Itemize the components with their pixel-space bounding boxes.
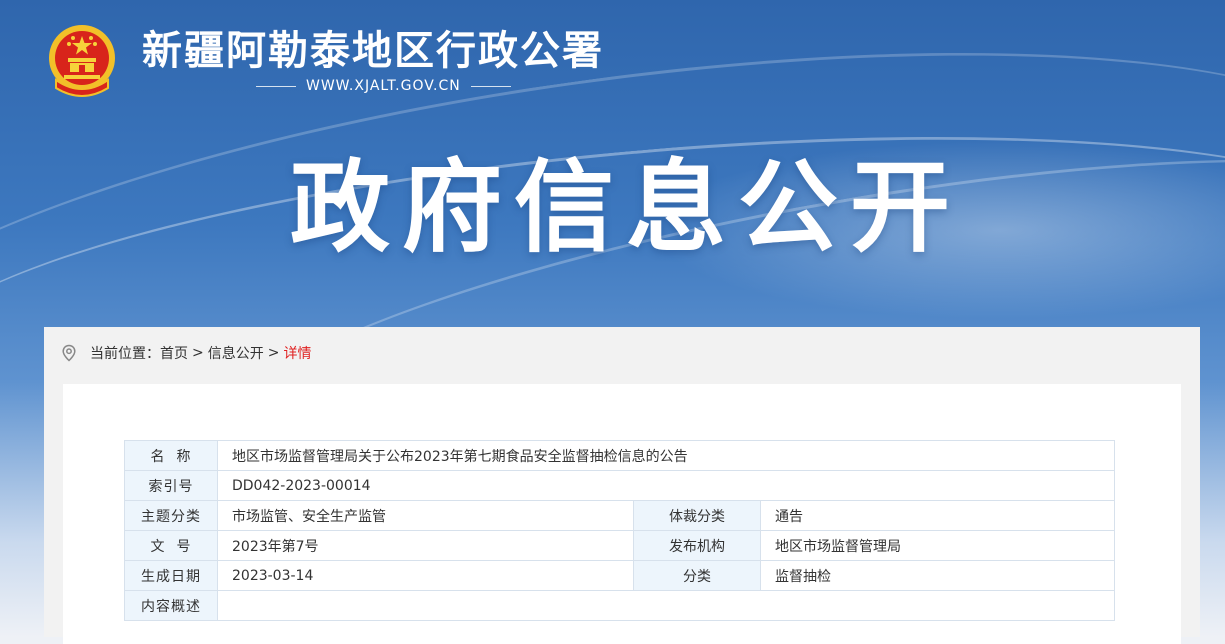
detail-card: 名 称 地区市场监督管理局关于公布2023年第七期食品安全监督抽检信息的公告 索… bbox=[63, 384, 1181, 644]
doc-number-label: 文 号 bbox=[124, 530, 218, 561]
table-row: 生成日期 2023-03-14 分类 监督抽检 bbox=[124, 560, 1115, 591]
table-row: 文 号 2023年第7号 发布机构 地区市场监督管理局 bbox=[124, 530, 1115, 561]
breadcrumb-separator: > bbox=[267, 345, 280, 361]
publisher-label: 发布机构 bbox=[633, 530, 761, 561]
breadcrumb-separator: > bbox=[192, 345, 204, 361]
table-row: 内容概述 bbox=[124, 590, 1115, 621]
banner-title: 政府信息公开 bbox=[290, 149, 962, 266]
genre-value: 通告 bbox=[760, 500, 1115, 531]
national-emblem-icon[interactable] bbox=[46, 22, 118, 98]
breadcrumb-prefix: 当前位置： bbox=[90, 346, 160, 362]
divider bbox=[256, 85, 296, 87]
table-row: 主题分类 市场监管、安全生产监管 体裁分类 通告 bbox=[124, 500, 1115, 531]
summary-value bbox=[217, 590, 1115, 621]
genre-label: 体裁分类 bbox=[633, 500, 761, 531]
site-domain: WWW.XJALT.GOV.CN bbox=[306, 78, 461, 94]
document-info-table: 名 称 地区市场监督管理局关于公布2023年第七期食品安全监督抽检信息的公告 索… bbox=[124, 440, 1115, 621]
breadcrumb-current: 详情 bbox=[283, 346, 312, 362]
table-row: 名 称 地区市场监督管理局关于公布2023年第七期食品安全监督抽检信息的公告 bbox=[124, 440, 1115, 471]
breadcrumb-home-link[interactable]: 首页 bbox=[160, 343, 188, 363]
breadcrumb-info-open-link[interactable]: 信息公开 bbox=[208, 343, 264, 363]
table-row: 索引号 DD042-2023-00014 bbox=[124, 470, 1115, 501]
date-label: 生成日期 bbox=[124, 560, 218, 591]
topic-value: 市场监管、安全生产监管 bbox=[217, 500, 634, 531]
divider bbox=[470, 85, 511, 87]
site-title[interactable]: 新疆阿勒泰地区行政公署 bbox=[142, 26, 604, 76]
category-label: 分类 bbox=[633, 560, 761, 591]
index-value: DD042-2023-00014 bbox=[217, 470, 1115, 501]
content-panel: 当前位置： 首页 > 信息公开 > 详情 名 称 地区市场监督管理局关于公布20… bbox=[44, 327, 1200, 644]
index-label: 索引号 bbox=[124, 470, 218, 501]
breadcrumb: 当前位置： 首页 > 信息公开 > 详情 bbox=[60, 341, 311, 365]
category-value: 监督抽检 bbox=[760, 560, 1115, 591]
date-value: 2023-03-14 bbox=[217, 560, 634, 591]
doc-number-value: 2023年第7号 bbox=[217, 530, 634, 561]
publisher-value: 地区市场监督管理局 bbox=[760, 530, 1115, 561]
site-domain-row: WWW.XJALT.GOV.CN bbox=[256, 78, 511, 94]
summary-label: 内容概述 bbox=[124, 590, 218, 621]
location-pin-icon bbox=[62, 344, 76, 362]
name-value: 地区市场监督管理局关于公布2023年第七期食品安全监督抽检信息的公告 bbox=[217, 440, 1115, 471]
topic-label: 主题分类 bbox=[124, 500, 218, 531]
name-label: 名 称 bbox=[124, 440, 218, 471]
